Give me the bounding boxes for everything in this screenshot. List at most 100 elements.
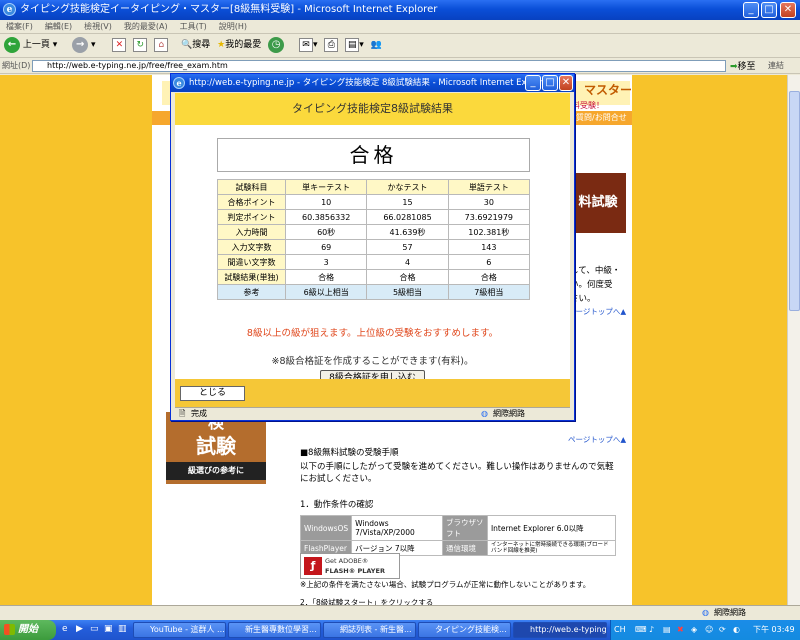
system-tray: CH ⌨ ♪ ▤ ✖ ◈ ☺ ⟳ ◐ 下午 03:49 xyxy=(610,620,800,640)
edit-icon: ▤ xyxy=(345,37,360,52)
window-title: タイピング技能検定イータイピング・マスター[8級無料受験] - Microsof… xyxy=(20,4,438,15)
result-header: タイピング技能検定8級試験結果 xyxy=(175,93,570,125)
nav-contact-link[interactable]: 質問/お問合せ xyxy=(576,112,627,123)
site-logo: マスター xyxy=(584,83,633,97)
history-button[interactable]: ◷ xyxy=(268,34,285,56)
page-scrollbar[interactable] xyxy=(787,75,800,605)
forward-button[interactable]: → ▾ xyxy=(72,34,96,56)
row-label: 間違い文字数 xyxy=(217,254,286,270)
taskbar-item-blog[interactable]: 網誌列表 - 新生醫... xyxy=(323,622,416,638)
quicklaunch-explorer-icon[interactable]: ▣ xyxy=(104,624,113,634)
table-cell: 60.3856332 xyxy=(284,209,368,225)
menu-favorites[interactable]: 我的最愛(A) xyxy=(118,20,174,33)
menu-file[interactable]: 檔案(F) xyxy=(0,20,39,33)
table-cell: 73.6921979 xyxy=(447,209,531,225)
quicklaunch-media-icon[interactable]: ▶ xyxy=(76,624,83,634)
messenger-tray-icon[interactable]: ☺ xyxy=(705,620,713,640)
promo-caption: 級選びの参考に xyxy=(166,462,266,480)
stop-icon: ✕ xyxy=(112,37,127,52)
quicklaunch-desktop-icon[interactable]: ▭ xyxy=(90,624,99,634)
req-browser-value: Internet Explorer 6.0以降 xyxy=(486,515,617,541)
address-url: http://web.e-typing.ne.jp/free/free_exam… xyxy=(47,61,228,70)
address-input[interactable]: http://web.e-typing.ne.jp/free/free_exam… xyxy=(32,60,726,72)
flash-icon: ƒ xyxy=(304,557,322,575)
reference-row: 参考 6級以上相当 5級相当 7級相当 xyxy=(217,284,531,300)
ie-icon: e xyxy=(3,3,16,16)
clock[interactable]: 下午 03:49 xyxy=(753,620,795,640)
table-cell: 69 xyxy=(284,239,368,255)
quicklaunch-folder-icon[interactable]: ▥ xyxy=(118,624,127,634)
menu-edit[interactable]: 編輯(E) xyxy=(39,20,78,33)
popup-close-button[interactable]: ✕ xyxy=(559,75,573,91)
refresh-button[interactable]: ↻ xyxy=(133,34,148,56)
popup-minimize-button[interactable]: _ xyxy=(525,75,541,91)
security-icon[interactable]: ✖ xyxy=(677,620,684,640)
links-button[interactable]: 連結 xyxy=(768,60,784,71)
volume-icon[interactable]: ♪ xyxy=(649,620,654,640)
row-label: 判定ポイント xyxy=(217,209,286,225)
get-flash-player-button[interactable]: ƒ Get ADOBE® FLASH® PLAYER xyxy=(300,553,400,579)
quicklaunch-ie-icon[interactable]: e xyxy=(62,624,68,634)
table-cell: 6級以上相当 xyxy=(284,284,368,300)
table-cell: 102.381秒 xyxy=(447,224,531,240)
taskbar-item-typing[interactable]: タイピング技能検... xyxy=(418,622,511,638)
page-icon: 🗎 xyxy=(179,409,186,418)
menu-view[interactable]: 檢視(V) xyxy=(78,20,118,33)
mail-button[interactable]: ✉ ▾ xyxy=(299,34,318,56)
level-select-promo[interactable]: 検 試験 級選びの参考に xyxy=(166,412,266,484)
row-label: 試験結果(単独) xyxy=(217,269,286,285)
flash-get-label: Get ADOBE® xyxy=(325,557,369,565)
table-cell: 30 xyxy=(447,194,531,210)
menu-help[interactable]: 說明(H) xyxy=(213,20,253,33)
address-bar: 網址(D) http://web.e-typing.ne.jp/free/fre… xyxy=(0,58,800,74)
edit-button[interactable]: ▤ ▾ xyxy=(345,34,364,56)
go-label: 移至 xyxy=(737,62,756,72)
exam-banner[interactable]: 料試験 xyxy=(570,173,626,233)
go-button[interactable]: ➡移至 xyxy=(730,59,756,72)
section-1-heading: 1．動作条件の確認 xyxy=(300,500,374,510)
scrollbar-thumb[interactable] xyxy=(789,91,800,311)
globe-icon: ◍ xyxy=(702,608,709,617)
table-cell: 合格 xyxy=(366,269,449,285)
table-row: 入力時間 60秒 41.639秒 102.381秒 xyxy=(217,224,531,240)
page-top-link-1[interactable]: ページトップへ▲ xyxy=(568,306,626,318)
start-button[interactable]: 開始 xyxy=(0,620,56,640)
taskbar-item-elearning[interactable]: 新生醫專數位學習... xyxy=(228,622,321,638)
popup-footer: とじる xyxy=(175,379,570,407)
print-button[interactable]: ⎙ xyxy=(324,34,339,56)
table-cell: 66.0281085 xyxy=(366,209,449,225)
favorites-button[interactable]: ★我的最愛 xyxy=(217,34,261,56)
row-label: 入力文字数 xyxy=(217,239,286,255)
messenger-button[interactable]: 👥 xyxy=(371,34,382,56)
language-indicator[interactable]: CH xyxy=(614,620,626,640)
shield-icon[interactable]: ◈ xyxy=(691,620,697,640)
minimize-button[interactable]: _ xyxy=(743,2,759,18)
stop-button[interactable]: ✕ xyxy=(112,34,127,56)
table-header-row: 試験科目 単キーテスト かなテスト 単語テスト xyxy=(217,179,531,195)
close-button[interactable]: ✕ xyxy=(780,2,796,18)
speaker-icon[interactable]: ◐ xyxy=(733,620,740,640)
popup-title-bar: e http://web.e-typing.ne.jp - タイピング技能検定 … xyxy=(171,74,574,92)
maximize-button[interactable]: □ xyxy=(761,2,777,18)
search-button[interactable]: 🔍搜尋 xyxy=(181,34,210,56)
popup-content: タイピング技能検定8級試験結果 合格 試験科目 単キーテスト かなテスト 単語テ… xyxy=(175,93,570,403)
back-label: 上一頁 xyxy=(22,40,50,50)
update-icon[interactable]: ⟳ xyxy=(719,620,726,640)
pass-result: 合格 xyxy=(217,138,530,172)
home-button[interactable]: ⌂ xyxy=(154,34,169,56)
page-top-link-2[interactable]: ページトップへ▲ xyxy=(568,434,626,446)
back-arrow-icon: ← xyxy=(4,36,20,53)
ime-icon[interactable]: ⌨ xyxy=(635,620,647,640)
req-browser-label: ブラウザソフト xyxy=(442,515,488,541)
taskbar-item-result[interactable]: http://web.e-typing.n... xyxy=(513,622,607,638)
row-label: 参考 xyxy=(217,284,286,300)
taskbar-item-youtube[interactable]: YouTube - 這群人 ... xyxy=(133,622,226,638)
popup-maximize-button[interactable]: □ xyxy=(542,75,558,91)
network-icon[interactable]: ▤ xyxy=(663,620,671,640)
close-popup-button[interactable]: とじる xyxy=(180,386,245,401)
back-button[interactable]: ← 上一頁 ▾ xyxy=(4,34,57,56)
steps-text: 以下の手順にしたがって受験を進めてください。難しい操作はありませんので気軽にお試… xyxy=(300,462,614,484)
menu-tools[interactable]: 工具(T) xyxy=(174,20,213,33)
table-cell: 6 xyxy=(447,254,531,270)
home-icon: ⌂ xyxy=(154,37,169,52)
